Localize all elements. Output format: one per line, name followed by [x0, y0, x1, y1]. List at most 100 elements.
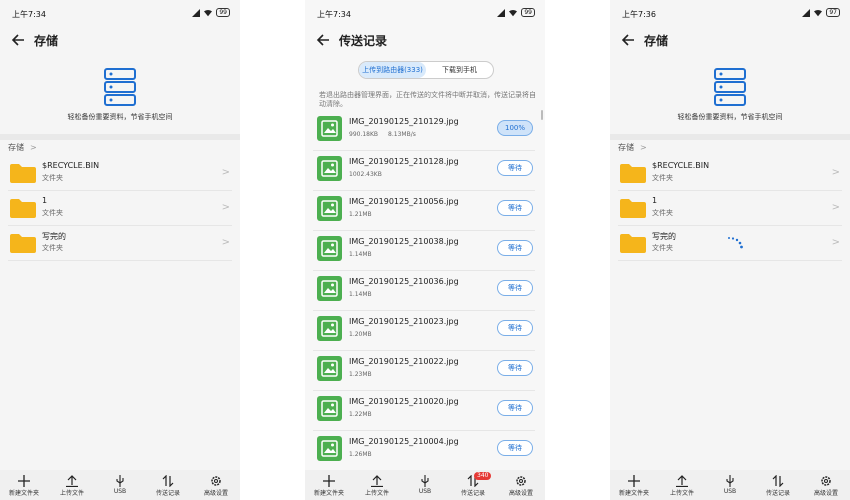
- wifi-icon: [814, 9, 823, 16]
- file-size: 1.20MB: [349, 331, 372, 338]
- nav-upload[interactable]: 上传文件: [662, 474, 702, 497]
- folder-type: 文件夹: [652, 209, 673, 217]
- usb-icon: [116, 475, 124, 487]
- back-arrow-icon[interactable]: [10, 32, 26, 48]
- plus-icon: [628, 475, 640, 487]
- usb-icon: [421, 475, 429, 487]
- transfer-row[interactable]: IMG_20190125_210128.jpg 1002.43KB 等待: [313, 151, 535, 191]
- back-arrow-icon[interactable]: [315, 32, 331, 48]
- folder-name: 1: [42, 196, 48, 205]
- file-size-line: 1002.43KB: [349, 171, 382, 178]
- transfer-status-button[interactable]: 等待: [497, 400, 533, 416]
- file-size: 1.21MB: [349, 211, 372, 218]
- file-size: 1.26MB: [349, 451, 372, 458]
- transfer-row[interactable]: IMG_20190125_210020.jpg 1.22MB 等待: [313, 391, 535, 431]
- file-size-line: 1.23MB: [349, 371, 372, 378]
- breadcrumb[interactable]: 存储 >: [0, 140, 240, 156]
- folder-item[interactable]: $RECYCLE.BIN 文件夹 >: [618, 156, 842, 191]
- file-name: IMG_20190125_210023.jpg: [349, 317, 459, 326]
- transfer-status-button[interactable]: 100%: [497, 120, 533, 136]
- nav-advanced[interactable]: 高级设置: [501, 474, 541, 497]
- file-size: 1.14MB: [349, 251, 372, 258]
- breadcrumb-label: 存储: [8, 143, 24, 152]
- folder-item[interactable]: $RECYCLE.BIN 文件夹 >: [8, 156, 232, 191]
- chevron-right-icon: >: [221, 202, 230, 213]
- page-title: 存储: [644, 34, 669, 48]
- nav-new-folder[interactable]: 新建文件夹: [309, 474, 349, 497]
- back-arrow-icon[interactable]: [620, 32, 636, 48]
- nav-transfer-log[interactable]: 传送记录: [758, 474, 798, 497]
- bottom-nav: 新建文件夹 上传文件 USB 传送记录 高级设置: [0, 470, 240, 500]
- nav-transfer-log[interactable]: 340 传送记录: [453, 472, 493, 497]
- nav-label: 上传文件: [59, 490, 84, 497]
- folder-name: 1: [652, 196, 658, 205]
- chevron-right-icon: >: [221, 167, 230, 178]
- transfer-list: IMG_20190125_210129.jpg 990.18KB 8.13MB/s 1…: [305, 111, 545, 500]
- transfer-status-button[interactable]: 等待: [497, 320, 533, 336]
- status-bar: 上午7:34 99: [305, 0, 545, 28]
- folder-item[interactable]: 1 文件夹 >: [8, 191, 232, 226]
- nav-advanced[interactable]: 高级设置: [806, 474, 846, 497]
- transfer-status-button[interactable]: 等待: [497, 440, 533, 456]
- image-file-icon: [317, 236, 342, 261]
- battery-icon: 97: [826, 8, 840, 17]
- transfer-row[interactable]: IMG_20190125_210129.jpg 990.18KB 8.13MB/s 1…: [313, 111, 535, 151]
- nav-label: 上传文件: [669, 490, 694, 497]
- file-size: 990.18KB: [349, 131, 379, 138]
- nav-advanced[interactable]: 高级设置: [196, 474, 236, 497]
- image-file-icon: [317, 316, 342, 341]
- tab-upload[interactable]: 上传到路由器(333): [359, 62, 426, 78]
- file-size-line: 1.20MB: [349, 331, 372, 338]
- transfer-status-button[interactable]: 等待: [497, 200, 533, 216]
- folder-type: 文件夹: [652, 244, 673, 252]
- transfer-row[interactable]: IMG_20190125_210038.jpg 1.14MB 等待: [313, 231, 535, 271]
- status-time: 上午7:34: [317, 10, 351, 19]
- image-file-icon: [317, 436, 342, 461]
- transfer-row[interactable]: IMG_20190125_210022.jpg 1.23MB 等待: [313, 351, 535, 391]
- breadcrumb-label: 存储: [618, 143, 634, 152]
- transfer-row[interactable]: IMG_20190125_210036.jpg 1.14MB 等待: [313, 271, 535, 311]
- folder-icon: [10, 199, 36, 218]
- file-size: 1002.43KB: [349, 171, 382, 178]
- transfer-count-badge: 340: [474, 472, 492, 480]
- chevron-right-icon: >: [831, 202, 840, 213]
- transfer-row[interactable]: IMG_20190125_210004.jpg 1.26MB 等待: [313, 431, 535, 471]
- nav-upload[interactable]: 上传文件: [357, 474, 397, 497]
- nav-new-folder[interactable]: 新建文件夹: [614, 474, 654, 497]
- transfer-row[interactable]: IMG_20190125_210023.jpg 1.20MB 等待: [313, 311, 535, 351]
- nav-label: 高级设置: [203, 490, 228, 497]
- nav-transfer-log[interactable]: 传送记录: [148, 474, 188, 497]
- folder-item[interactable]: 1 文件夹 >: [618, 191, 842, 226]
- plus-icon: [323, 475, 335, 487]
- transfer-notice: 若退出路由器管理界面，正在传送的文件将中断并取消，传送记录将自动清除。: [319, 91, 536, 108]
- breadcrumb[interactable]: 存储 >: [610, 140, 850, 156]
- page-title: 传送记录: [339, 34, 388, 48]
- folder-type: 文件夹: [42, 174, 63, 182]
- transfer-status-button[interactable]: 等待: [497, 160, 533, 176]
- folder-name: $RECYCLE.BIN: [42, 161, 100, 170]
- file-name: IMG_20190125_210036.jpg: [349, 277, 459, 286]
- storage-hero: 轻松备份重要资料，节省手机空间: [610, 54, 850, 134]
- nav-upload[interactable]: 上传文件: [52, 474, 92, 497]
- transfer-row[interactable]: IMG_20190125_210056.jpg 1.21MB 等待: [313, 191, 535, 231]
- nav-new-folder[interactable]: 新建文件夹: [4, 474, 44, 497]
- wifi-icon: [204, 9, 213, 16]
- folder-type: 文件夹: [42, 209, 63, 217]
- tab-download[interactable]: 下载到手机: [426, 62, 493, 78]
- transfer-status-button[interactable]: 等待: [497, 360, 533, 376]
- nav-label: 上传文件: [364, 490, 389, 497]
- status-time: 上午7:36: [622, 10, 656, 19]
- loading-spinner-icon: [728, 237, 743, 249]
- nav-usb[interactable]: USB: [100, 474, 140, 495]
- nav-usb[interactable]: USB: [405, 474, 445, 495]
- chevron-right-icon: >: [30, 143, 37, 152]
- transfer-status-button[interactable]: 等待: [497, 240, 533, 256]
- gear-icon: [821, 476, 831, 486]
- upload-icon: [66, 475, 78, 487]
- folder-item[interactable]: 写完的 文件夹 >: [8, 226, 232, 261]
- chevron-right-icon: >: [640, 143, 647, 152]
- nav-usb[interactable]: USB: [710, 474, 750, 495]
- file-name: IMG_20190125_210038.jpg: [349, 237, 459, 246]
- transfer-status-button[interactable]: 等待: [497, 280, 533, 296]
- server-icon: [104, 68, 136, 106]
